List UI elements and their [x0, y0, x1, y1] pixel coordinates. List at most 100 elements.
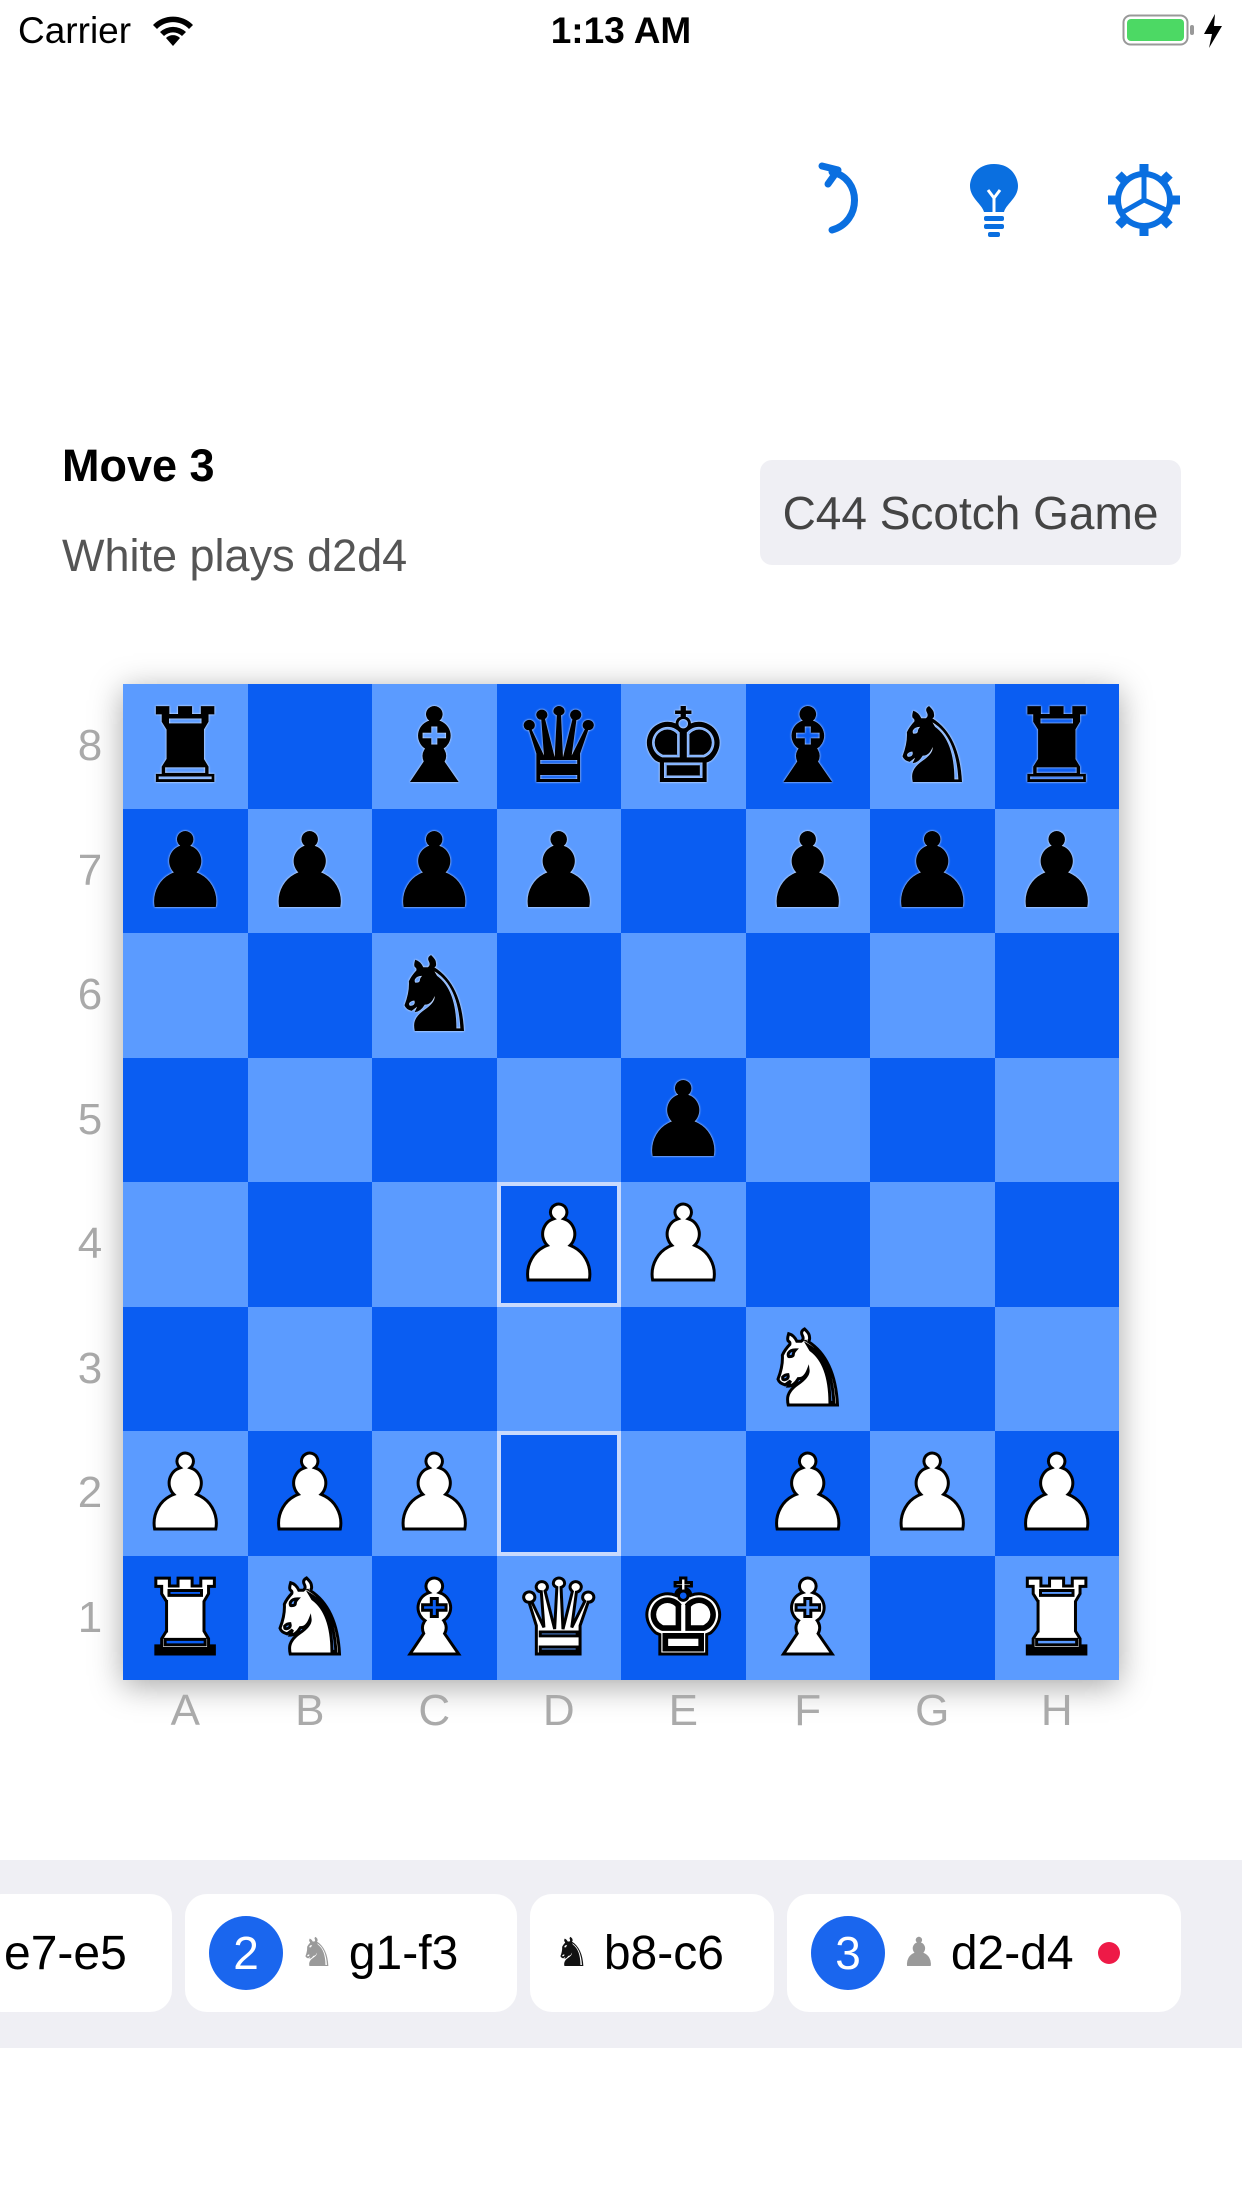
white-king-icon[interactable]: ♚	[635, 1564, 731, 1671]
square-b4[interactable]	[247, 1182, 372, 1307]
square-c5[interactable]	[372, 1057, 497, 1182]
white-pawn-icon[interactable]: ♟	[262, 1440, 358, 1547]
square-d5[interactable]	[496, 1057, 621, 1182]
black-bishop-icon[interactable]: ♝	[761, 694, 854, 798]
square-b5[interactable]	[247, 1057, 372, 1182]
square-c2[interactable]: ♟	[372, 1431, 497, 1556]
square-g6[interactable]	[870, 933, 995, 1058]
square-g4[interactable]	[870, 1182, 995, 1307]
square-c7[interactable]: ♟	[372, 808, 497, 933]
square-d4[interactable]: ♟	[496, 1182, 621, 1307]
white-pawn-icon[interactable]: ♟	[635, 1191, 731, 1298]
square-b8[interactable]	[247, 684, 372, 809]
black-king-icon[interactable]: ♚	[637, 694, 730, 798]
square-h3[interactable]	[994, 1306, 1119, 1431]
square-d2[interactable]	[496, 1431, 621, 1556]
square-h7[interactable]: ♟	[994, 808, 1119, 933]
square-c4[interactable]	[372, 1182, 497, 1307]
square-g3[interactable]	[870, 1306, 995, 1431]
square-d3[interactable]	[496, 1306, 621, 1431]
square-e4[interactable]: ♟	[621, 1182, 746, 1307]
white-rook-icon[interactable]: ♜	[137, 1564, 233, 1671]
black-bishop-icon[interactable]: ♝	[388, 694, 481, 798]
black-rook-icon[interactable]: ♜	[139, 694, 232, 798]
square-a1[interactable]: ♜	[123, 1555, 248, 1680]
square-g1[interactable]	[870, 1555, 995, 1680]
black-pawn-icon[interactable]: ♟	[388, 819, 481, 923]
square-f7[interactable]: ♟	[745, 808, 870, 933]
square-d6[interactable]	[496, 933, 621, 1058]
opening-name-button[interactable]: C44 Scotch Game	[760, 460, 1181, 565]
square-e1[interactable]: ♚	[621, 1555, 746, 1680]
undo-button[interactable]	[804, 160, 884, 240]
square-h5[interactable]	[994, 1057, 1119, 1182]
black-pawn-icon[interactable]: ♟	[1010, 819, 1103, 923]
white-pawn-icon[interactable]: ♟	[137, 1440, 233, 1547]
square-a6[interactable]	[123, 933, 248, 1058]
square-b7[interactable]: ♟	[247, 808, 372, 933]
square-g8[interactable]: ♞	[870, 684, 995, 809]
square-a4[interactable]	[123, 1182, 248, 1307]
square-g5[interactable]	[870, 1057, 995, 1182]
square-f4[interactable]	[745, 1182, 870, 1307]
square-a7[interactable]: ♟	[123, 808, 248, 933]
square-b1[interactable]: ♞	[247, 1555, 372, 1680]
black-pawn-icon[interactable]: ♟	[512, 819, 605, 923]
square-h4[interactable]	[994, 1182, 1119, 1307]
square-a3[interactable]	[123, 1306, 248, 1431]
square-h2[interactable]: ♟	[994, 1431, 1119, 1556]
settings-button[interactable]	[1104, 160, 1184, 240]
white-pawn-icon[interactable]: ♟	[884, 1440, 980, 1547]
square-g7[interactable]: ♟	[870, 808, 995, 933]
square-h8[interactable]: ♜	[994, 684, 1119, 809]
move-chip[interactable]: 2 ♞ g1-f3	[185, 1894, 517, 2012]
move-history-strip[interactable]: e7-e5 2 ♞ g1-f3 ♞ b8-c6 3 ♟ d2-d4	[0, 1860, 1242, 2048]
black-pawn-icon[interactable]: ♟	[761, 819, 854, 923]
square-f3[interactable]: ♞	[745, 1306, 870, 1431]
white-knight-icon[interactable]: ♞	[262, 1564, 358, 1671]
square-c8[interactable]: ♝	[372, 684, 497, 809]
white-pawn-icon[interactable]: ♟	[1009, 1440, 1105, 1547]
square-f8[interactable]: ♝	[745, 684, 870, 809]
square-b3[interactable]	[247, 1306, 372, 1431]
square-c3[interactable]	[372, 1306, 497, 1431]
square-b2[interactable]: ♟	[247, 1431, 372, 1556]
white-pawn-icon[interactable]: ♟	[511, 1191, 607, 1298]
white-knight-icon[interactable]: ♞	[760, 1315, 856, 1422]
move-chip[interactable]: e7-e5	[0, 1894, 172, 2012]
square-e5[interactable]: ♟	[621, 1057, 746, 1182]
black-pawn-icon[interactable]: ♟	[637, 1068, 730, 1172]
white-bishop-icon[interactable]: ♝	[386, 1564, 482, 1671]
square-h6[interactable]	[994, 933, 1119, 1058]
square-d7[interactable]: ♟	[496, 808, 621, 933]
white-rook-icon[interactable]: ♜	[1009, 1564, 1105, 1671]
square-c1[interactable]: ♝	[372, 1555, 497, 1680]
square-b6[interactable]	[247, 933, 372, 1058]
move-chip[interactable]: ♞ b8-c6	[530, 1894, 774, 2012]
move-chip-current[interactable]: 3 ♟ d2-d4	[787, 1894, 1181, 2012]
black-knight-icon[interactable]: ♞	[388, 943, 481, 1047]
square-e6[interactable]	[621, 933, 746, 1058]
square-e7[interactable]	[621, 808, 746, 933]
black-pawn-icon[interactable]: ♟	[886, 819, 979, 923]
square-a5[interactable]	[123, 1057, 248, 1182]
square-c6[interactable]: ♞	[372, 933, 497, 1058]
square-d1[interactable]: ♛	[496, 1555, 621, 1680]
white-pawn-icon[interactable]: ♟	[386, 1440, 482, 1547]
black-pawn-icon[interactable]: ♟	[263, 819, 356, 923]
black-queen-icon[interactable]: ♛	[512, 694, 605, 798]
black-pawn-icon[interactable]: ♟	[139, 819, 232, 923]
white-pawn-icon[interactable]: ♟	[760, 1440, 856, 1547]
square-e3[interactable]	[621, 1306, 746, 1431]
square-f1[interactable]: ♝	[745, 1555, 870, 1680]
square-d8[interactable]: ♛	[496, 684, 621, 809]
white-bishop-icon[interactable]: ♝	[760, 1564, 856, 1671]
square-a8[interactable]: ♜	[123, 684, 248, 809]
square-f6[interactable]	[745, 933, 870, 1058]
square-e2[interactable]	[621, 1431, 746, 1556]
square-g2[interactable]: ♟	[870, 1431, 995, 1556]
white-queen-icon[interactable]: ♛	[511, 1564, 607, 1671]
hint-button[interactable]	[954, 160, 1034, 240]
square-h1[interactable]: ♜	[994, 1555, 1119, 1680]
square-a2[interactable]: ♟	[123, 1431, 248, 1556]
